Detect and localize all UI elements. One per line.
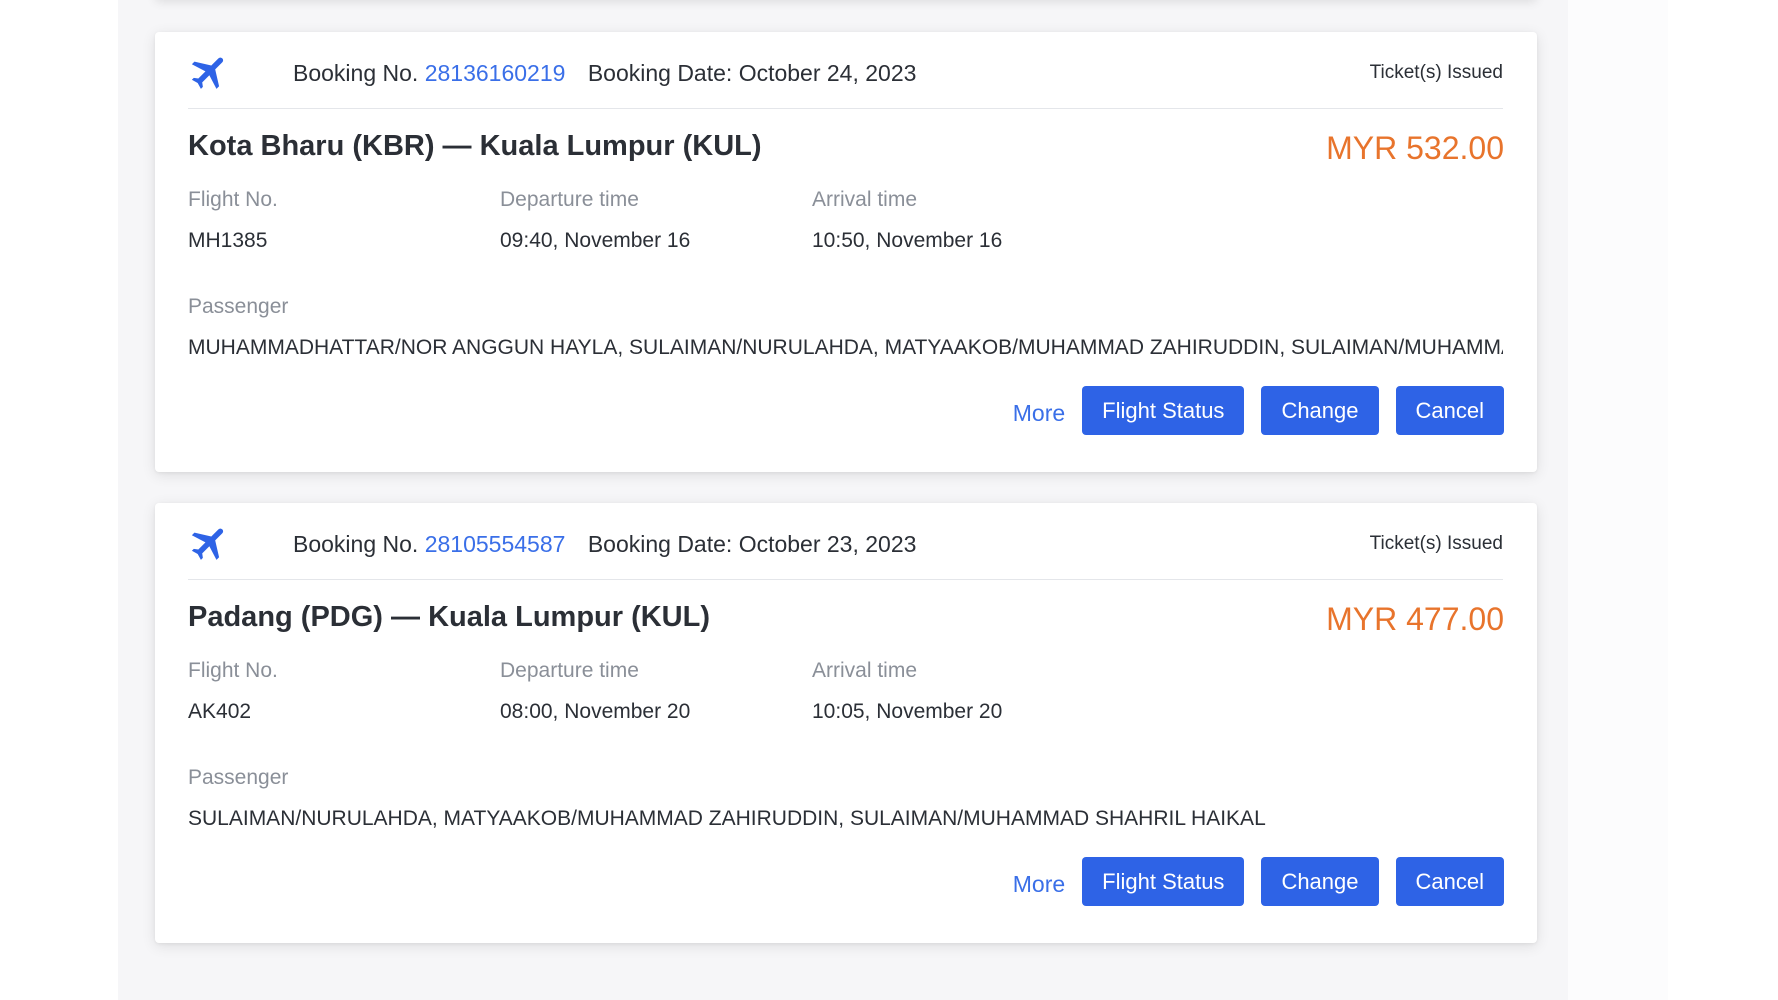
booking-number-link[interactable]: 28136160219 <box>425 60 566 86</box>
arrival-time-value: 10:50, November 16 <box>812 229 1003 252</box>
booking-actions: More Flight Status Change Cancel <box>1013 857 1504 906</box>
booking-card: Booking No. 28136160219 Booking Date: Oc… <box>155 32 1537 472</box>
booking-info: Booking No. 28105554587 Booking Date: Oc… <box>293 531 916 558</box>
arrival-time-label: Arrival time <box>812 188 918 211</box>
booking-card-header: Booking No. 28136160219 Booking Date: Oc… <box>188 50 1503 109</box>
booking-info: Booking No. 28136160219 Booking Date: Oc… <box>293 60 916 87</box>
flight-status-button[interactable]: Flight Status <box>1082 857 1245 906</box>
departure-time-value: 08:00, November 20 <box>500 700 691 723</box>
departure-time-label: Departure time <box>500 188 639 211</box>
arrival-time-label: Arrival time <box>812 659 918 682</box>
flight-route: Padang (PDG) — Kuala Lumpur (KUL) <box>188 601 710 633</box>
more-link[interactable]: More <box>1013 395 1065 427</box>
departure-time-field: Departure time 08:00, November 20 <box>500 658 800 725</box>
more-link[interactable]: More <box>1013 866 1065 898</box>
right-pane <box>1568 0 1668 1000</box>
left-gutter <box>0 0 118 1000</box>
flight-number-value: AK402 <box>188 700 252 723</box>
booking-actions: More Flight Status Change Cancel <box>1013 386 1504 435</box>
booking-price: MYR 477.00 <box>1326 601 1504 637</box>
ticket-status: Ticket(s) Issued <box>1369 533 1503 554</box>
passenger-label: Passenger <box>188 766 289 789</box>
departure-time-value: 09:40, November 16 <box>500 229 691 252</box>
flight-number-label: Flight No. <box>188 659 278 682</box>
arrival-time-field: Arrival time 10:05, November 20 <box>812 658 1112 725</box>
booking-date: October 23, 2023 <box>738 531 917 557</box>
right-edge <box>1668 0 1778 1000</box>
passenger-label: Passenger <box>188 295 289 318</box>
booking-date-label: Booking Date: <box>587 531 733 557</box>
departure-time-field: Departure time 09:40, November 16 <box>500 187 800 254</box>
change-button[interactable]: Change <box>1261 857 1379 906</box>
arrival-time-value: 10:05, November 20 <box>812 700 1003 723</box>
page: Booking No. 28136160219 Booking Date: Oc… <box>0 0 1778 1000</box>
arrival-time-field: Arrival time 10:50, November 16 <box>812 187 1112 254</box>
booking-card: Booking No. 28105554587 Booking Date: Oc… <box>155 503 1537 943</box>
cancel-button[interactable]: Cancel <box>1395 857 1504 906</box>
passenger-field: Passenger SULAIMAN/NURULAHDA, MATYAAKOB/… <box>188 765 1503 832</box>
booking-no-label: Booking No. <box>293 531 419 557</box>
ticket-status: Ticket(s) Issued <box>1369 62 1503 83</box>
flight-number-value: MH1385 <box>188 229 268 252</box>
change-button[interactable]: Change <box>1261 386 1379 435</box>
passenger-field: Passenger MUHAMMADHATTAR/NOR ANGGUN HAYL… <box>188 294 1503 361</box>
booking-date: October 24, 2023 <box>738 60 917 86</box>
flight-route: Kota Bharu (KBR) — Kuala Lumpur (KUL) <box>188 130 762 162</box>
departure-time-label: Departure time <box>500 659 639 682</box>
flight-number-label: Flight No. <box>188 188 278 211</box>
booking-price: MYR 532.00 <box>1326 130 1504 166</box>
airplane-icon <box>191 528 224 560</box>
passenger-names: MUHAMMADHATTAR/NOR ANGGUN HAYLA, SULAIMA… <box>188 336 1503 359</box>
booking-no-label: Booking No. <box>293 60 419 86</box>
flight-number-field: Flight No. AK402 <box>188 658 488 725</box>
flight-status-button[interactable]: Flight Status <box>1082 386 1245 435</box>
flight-number-field: Flight No. MH1385 <box>188 187 488 254</box>
booking-date-label: Booking Date: <box>587 60 733 86</box>
booking-card-header: Booking No. 28105554587 Booking Date: Oc… <box>188 521 1503 580</box>
cancel-button[interactable]: Cancel <box>1395 386 1504 435</box>
airplane-icon <box>191 57 224 89</box>
passenger-names: SULAIMAN/NURULAHDA, MATYAAKOB/MUHAMMAD Z… <box>188 807 1266 830</box>
booking-number-link[interactable]: 28105554587 <box>425 531 566 557</box>
